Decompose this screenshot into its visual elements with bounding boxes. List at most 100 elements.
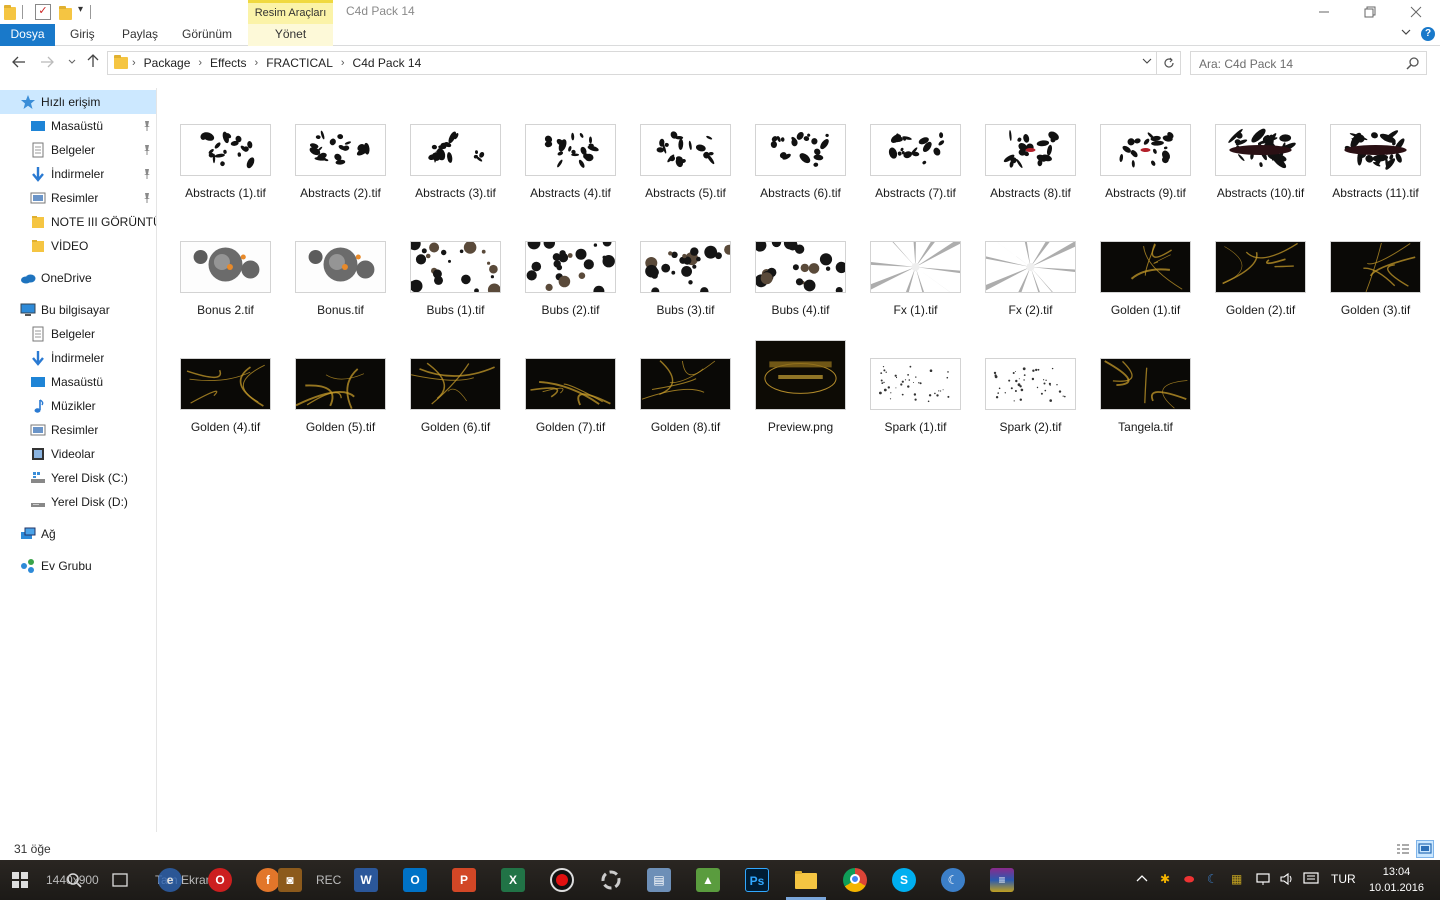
large-icons-view-button[interactable] xyxy=(1416,840,1434,858)
tab-manage[interactable]: Yönet xyxy=(248,24,333,46)
sidebar-item-yerel-disk-c[interactable]: Yerel Disk (C:) xyxy=(0,466,156,490)
minimize-button[interactable] xyxy=(1301,0,1347,24)
network-icon[interactable] xyxy=(1255,872,1271,889)
show-hidden-icons-button[interactable] xyxy=(1136,872,1148,886)
sidebar-item-resimler[interactable]: Resimler xyxy=(0,186,156,210)
file-explorer-icon[interactable] xyxy=(794,868,818,892)
sidebar-item-mu-zikler[interactable]: Müzikler xyxy=(0,394,156,418)
winrar-icon[interactable]: ≡ xyxy=(990,868,1014,892)
expand-chevron-icon[interactable] xyxy=(6,304,18,316)
sidebar-item-vi-deo[interactable]: VİDEO xyxy=(0,234,156,258)
customize-toolbar-icon[interactable]: ▾ xyxy=(78,4,88,20)
word-icon[interactable]: W xyxy=(354,868,378,892)
close-button[interactable] xyxy=(1393,0,1439,24)
start-button[interactable] xyxy=(8,868,32,892)
sidebar-item-ev-grubu[interactable]: Ev Grubu xyxy=(0,554,156,578)
firefox-icon[interactable]: f xyxy=(256,868,280,892)
tab-view[interactable]: Görünüm xyxy=(182,24,232,46)
outlook-icon[interactable]: O xyxy=(403,868,427,892)
file-thumbnail xyxy=(180,358,271,410)
up-button[interactable] xyxy=(84,54,102,72)
media-app-icon[interactable] xyxy=(599,868,623,892)
chevron-right-icon[interactable]: › xyxy=(132,57,136,69)
expand-chevron-icon[interactable] xyxy=(6,528,18,540)
file-item[interactable]: Spark (1).tif xyxy=(858,108,973,434)
recent-locations-button[interactable] xyxy=(63,54,81,72)
action-center-icon[interactable] xyxy=(1303,872,1319,889)
new-folder-icon[interactable] xyxy=(59,5,72,20)
sidebar-item-masau-stu[interactable]: Masaüstü xyxy=(0,370,156,394)
file-item[interactable]: Tangela.tif xyxy=(1088,108,1203,434)
file-thumbnail xyxy=(525,358,616,410)
address-bar[interactable]: › Package › Effects › FRACTICAL › C4d Pa… xyxy=(107,51,1181,75)
expand-chevron-icon[interactable] xyxy=(6,272,18,284)
clock[interactable]: 13:04 10.01.2016 xyxy=(1369,864,1424,896)
sidebar-item-yerel-disk-d[interactable]: Yerel Disk (D:) xyxy=(0,490,156,514)
expand-chevron-icon[interactable] xyxy=(6,560,18,572)
refresh-button[interactable] xyxy=(1156,52,1180,74)
address-history-button[interactable] xyxy=(1140,52,1154,74)
expand-ribbon-button[interactable] xyxy=(1401,27,1411,40)
sidebar-item-videolar[interactable]: Videolar xyxy=(0,442,156,466)
sidebar-item-bu-bilgisayar[interactable]: Bu bilgisayar xyxy=(0,298,156,322)
ie-icon[interactable]: e xyxy=(158,868,182,892)
file-item[interactable]: Golden (4).tif xyxy=(168,108,283,434)
moon-app-icon[interactable]: ☾ xyxy=(941,868,965,892)
powerpoint-icon[interactable]: P xyxy=(452,868,476,892)
sidebar-item-note-iii-go-ru-ntu-leri[interactable]: NOTE III GÖRÜNTÜLERİ xyxy=(0,210,156,234)
chart-app-icon[interactable]: ▲ xyxy=(696,868,720,892)
camera-icon[interactable]: ◙ xyxy=(278,868,302,892)
help-icon[interactable]: ? xyxy=(1421,27,1435,41)
details-view-button[interactable] xyxy=(1394,840,1412,858)
file-item[interactable]: Golden (2).tif xyxy=(1203,108,1318,317)
photoshop-icon[interactable]: Ps xyxy=(745,868,769,892)
folder-icon[interactable] xyxy=(4,4,16,20)
sidebar-item-h-zl-eris-im[interactable]: Hızlı erişim xyxy=(0,90,156,114)
breadcrumb-item[interactable]: FRACTICAL xyxy=(266,56,333,70)
file-item[interactable]: Preview.png xyxy=(743,108,858,434)
winrar-tray-icon[interactable]: ▦ xyxy=(1231,872,1242,886)
sidebar-item-ag[interactable]: Ağ xyxy=(0,522,156,546)
sidebar-item-belgeler[interactable]: Belgeler xyxy=(0,322,156,346)
sidebar-item-resimler[interactable]: Resimler xyxy=(0,418,156,442)
chevron-down-icon xyxy=(68,59,76,64)
record-icon[interactable] xyxy=(550,868,574,892)
tab-share[interactable]: Paylaş xyxy=(122,24,158,46)
chevron-right-icon[interactable]: › xyxy=(341,57,345,69)
tab-file[interactable]: Dosya xyxy=(0,24,55,46)
skype-icon[interactable]: S xyxy=(892,868,916,892)
sidebar-item-belgeler[interactable]: Belgeler xyxy=(0,138,156,162)
breadcrumb-item[interactable]: Effects xyxy=(210,56,246,70)
back-button[interactable] xyxy=(10,54,28,72)
file-item[interactable]: Golden (7).tif xyxy=(513,108,628,434)
sidebar-item-masau-stu[interactable]: Masaüstü xyxy=(0,114,156,138)
properties-icon[interactable]: ✓ xyxy=(35,4,51,20)
shield-icon[interactable]: ⬬ xyxy=(1184,872,1194,887)
opera-icon[interactable]: O xyxy=(208,868,232,892)
chevron-right-icon[interactable]: › xyxy=(255,57,259,69)
sidebar-item-i-ndirmeler[interactable]: İndirmeler xyxy=(0,162,156,186)
moon-tray-icon[interactable]: ☾ xyxy=(1207,872,1218,886)
breadcrumb-item[interactable]: Package xyxy=(144,56,191,70)
sidebar-item-i-ndirmeler[interactable]: İndirmeler xyxy=(0,346,156,370)
pinwheel-icon[interactable]: ✱ xyxy=(1160,872,1170,886)
chevron-right-icon[interactable]: › xyxy=(198,57,202,69)
forward-button[interactable] xyxy=(38,54,56,72)
search-input[interactable]: Ara: C4d Pack 14 xyxy=(1190,51,1427,75)
excel-icon[interactable]: X xyxy=(501,868,525,892)
restore-button[interactable] xyxy=(1347,0,1393,24)
file-item[interactable]: Golden (6).tif xyxy=(398,108,513,434)
file-item[interactable]: Golden (3).tif xyxy=(1318,108,1433,317)
tab-home[interactable]: Giriş xyxy=(70,24,95,46)
file-item[interactable]: Golden (5).tif xyxy=(283,108,398,434)
expand-chevron-icon[interactable] xyxy=(6,96,18,108)
language-indicator[interactable]: TUR xyxy=(1331,872,1356,886)
task-view-button[interactable] xyxy=(108,868,132,892)
sidebar-item-onedrive[interactable]: OneDrive xyxy=(0,266,156,290)
chrome-icon[interactable] xyxy=(843,868,867,892)
remote-desktop-icon[interactable]: ▤ xyxy=(647,868,671,892)
breadcrumb-item[interactable]: C4d Pack 14 xyxy=(353,56,422,70)
file-item[interactable]: Golden (8).tif xyxy=(628,108,743,434)
file-item[interactable]: Spark (2).tif xyxy=(973,108,1088,434)
volume-icon[interactable] xyxy=(1279,872,1295,889)
